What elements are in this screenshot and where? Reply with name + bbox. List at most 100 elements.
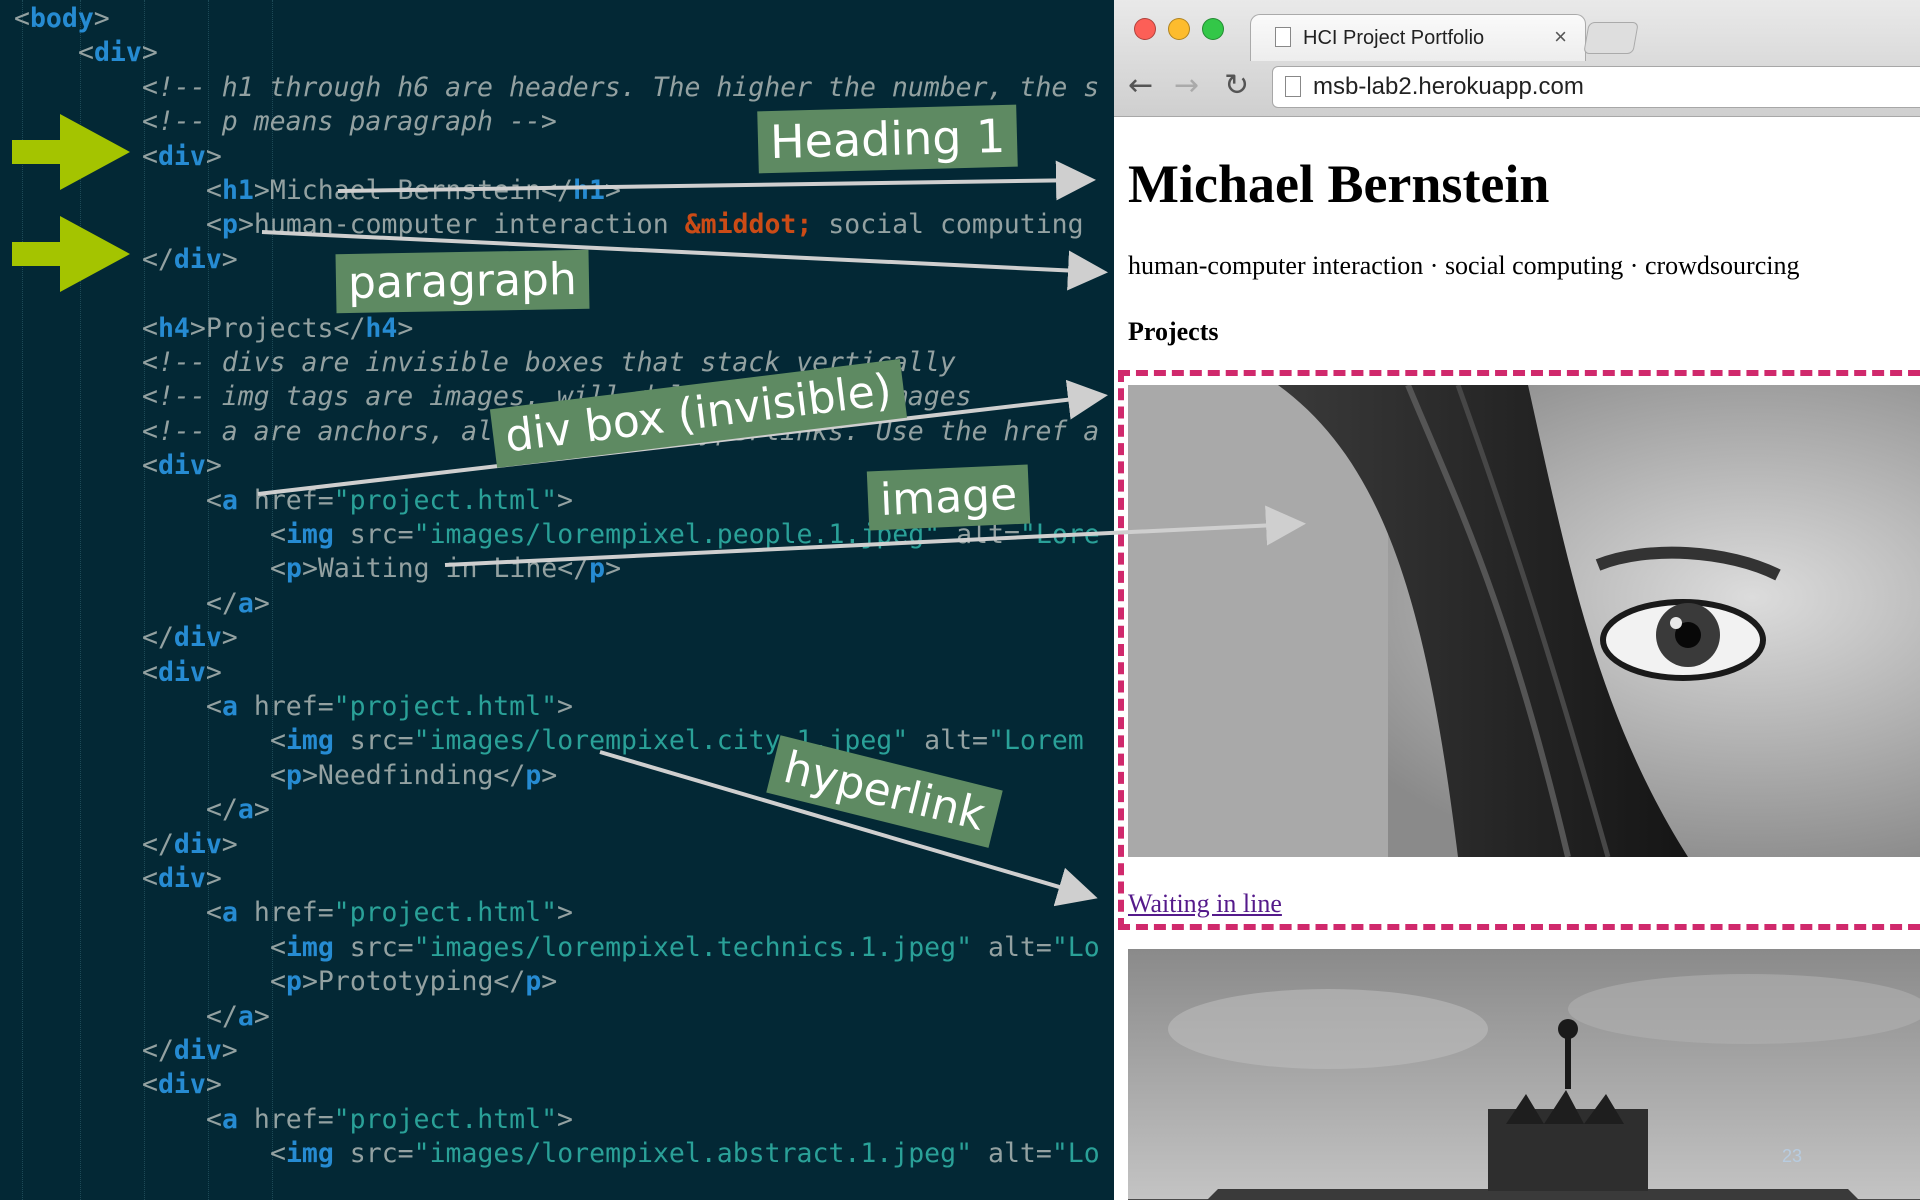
code-token: </ xyxy=(557,553,590,585)
code-line[interactable]: <!-- h1 through h6 are headers. The high… xyxy=(142,71,1099,105)
code-token: Needfinding xyxy=(317,759,494,791)
tab-hci-project-portfolio[interactable]: HCI Project Portfolio × xyxy=(1250,14,1586,61)
code-token: </ xyxy=(142,622,174,654)
code-line[interactable]: <p>Prototyping</p> xyxy=(270,965,557,999)
code-line[interactable]: <div> xyxy=(142,656,222,690)
browser-toolbar: HCI Project Portfolio × ← → ↻ msb-lab2.h… xyxy=(1114,0,1920,117)
code-line[interactable]: <h4>Projects</h4> xyxy=(142,312,413,346)
code-line[interactable]: <a href="project.html"> xyxy=(206,1103,573,1137)
code-line[interactable]: <img src="images/lorempixel.abstract.1.j… xyxy=(270,1137,1100,1171)
code-token: < xyxy=(270,553,286,585)
code-line[interactable]: <div> xyxy=(142,140,222,174)
code-token: < xyxy=(270,759,286,791)
code-token: < xyxy=(206,175,222,206)
code-token: > xyxy=(205,1069,222,1101)
code-token: > xyxy=(541,966,558,998)
code-token: > xyxy=(557,691,574,722)
code-line[interactable]: <div> xyxy=(142,862,222,896)
code-token: div xyxy=(157,140,206,172)
code-line[interactable]: <a href="project.html"> xyxy=(206,896,573,930)
minimize-window-button[interactable] xyxy=(1168,18,1190,40)
code-token: div xyxy=(173,622,222,654)
code-token: "Lorem xyxy=(988,725,1084,757)
code-line[interactable]: <body> xyxy=(14,2,110,36)
code-token: > xyxy=(221,1035,238,1066)
code-line[interactable]: </a> xyxy=(206,793,270,827)
code-token: "project.html" xyxy=(333,484,558,516)
code-token: > xyxy=(397,312,414,344)
code-token: a xyxy=(221,1103,238,1135)
code-token: alt= xyxy=(908,725,988,757)
code-line[interactable]: </div> xyxy=(142,1034,238,1068)
code-token: "project.html" xyxy=(333,897,558,929)
annotation-image: image xyxy=(866,464,1031,531)
code-token: > xyxy=(605,553,622,585)
code-line[interactable]: <div> xyxy=(78,36,158,70)
code-token: alt= xyxy=(972,931,1052,963)
code-line[interactable]: </a> xyxy=(206,587,270,621)
code-token: <!-- h1 through h6 are headers. The high… xyxy=(142,71,1100,103)
code-token: > xyxy=(205,863,222,894)
code-token: "images/lorempixel.abstract.1.jpeg" xyxy=(413,1138,973,1170)
code-token: < xyxy=(206,484,222,516)
code-token: < xyxy=(270,1138,286,1170)
annotation-heading: Heading 1 xyxy=(757,104,1019,174)
code-line[interactable]: </div> xyxy=(142,243,238,277)
code-line[interactable]: <img src="images/lorempixel.technics.1.j… xyxy=(270,931,1100,965)
code-line[interactable]: <p>human-computer interaction &middot; s… xyxy=(206,208,1084,242)
code-line[interactable]: <div> xyxy=(142,449,222,483)
code-token: > xyxy=(205,140,222,172)
page-heading: Michael Bernstein xyxy=(1128,154,1550,214)
reload-icon[interactable]: ↻ xyxy=(1224,68,1249,103)
code-line[interactable]: <p>Waiting in Line</p> xyxy=(270,552,621,586)
code-line[interactable]: </a> xyxy=(206,1000,270,1034)
code-token: img xyxy=(285,725,334,757)
code-token: social computing xyxy=(812,209,1084,241)
code-token: a xyxy=(237,587,254,619)
div-box-outline xyxy=(1118,370,1920,930)
code-line[interactable]: </div> xyxy=(142,621,238,655)
code-token: src= xyxy=(333,1138,414,1170)
code-line[interactable]: <a href="project.html"> xyxy=(206,690,573,724)
code-line[interactable]: <a href="project.html"> xyxy=(206,484,573,518)
zoom-window-button[interactable] xyxy=(1202,18,1224,40)
code-token: < xyxy=(142,656,158,688)
code-token: human-computer interaction xyxy=(253,209,685,241)
code-line[interactable]: <img src="images/lorempixel.city.1.jpeg"… xyxy=(270,724,1084,758)
back-arrow-icon[interactable]: ← xyxy=(1128,68,1153,103)
code-line[interactable]: <p>Needfinding</p> xyxy=(270,759,557,793)
code-token: src= xyxy=(333,725,414,757)
code-token: img xyxy=(285,519,334,550)
code-token: > xyxy=(604,175,621,206)
code-token: "Lore xyxy=(1019,519,1100,550)
close-window-button[interactable] xyxy=(1134,18,1156,40)
code-token: src= xyxy=(333,519,414,550)
code-token: div xyxy=(157,863,206,894)
code-token: > xyxy=(253,587,270,619)
code-line[interactable]: <h1>Michael Bernstein</h1> xyxy=(206,174,621,208)
code-token: p xyxy=(285,759,302,791)
code-line[interactable]: </div> xyxy=(142,828,238,862)
code-token: alt= xyxy=(972,1138,1052,1170)
code-token: "Lo xyxy=(1051,1138,1100,1170)
code-token: &middot; xyxy=(684,209,813,241)
code-token: < xyxy=(206,209,222,241)
code-token: > xyxy=(221,622,238,654)
tab-title: HCI Project Portfolio xyxy=(1303,27,1485,49)
address-bar[interactable]: msb-lab2.herokuapp.com xyxy=(1272,66,1920,108)
code-token: </ xyxy=(206,1000,238,1032)
code-line[interactable]: <!-- p means paragraph --> xyxy=(142,105,557,139)
close-tab-icon[interactable]: × xyxy=(1554,24,1567,50)
code-token: > xyxy=(93,3,110,34)
code-token: < xyxy=(270,931,286,963)
code-editor[interactable]: <body> <div> <!-- h1 through h6 are header… xyxy=(0,0,1114,1200)
code-token: < xyxy=(206,691,222,722)
code-token: < xyxy=(270,725,286,757)
new-tab-button[interactable] xyxy=(1583,22,1639,54)
code-token: > xyxy=(205,450,222,482)
code-token: div xyxy=(157,656,206,688)
forward-arrow-icon[interactable]: → xyxy=(1174,68,1199,103)
code-token: > xyxy=(301,553,318,585)
code-token: < xyxy=(206,897,222,929)
code-line[interactable]: <div> xyxy=(142,1068,222,1102)
